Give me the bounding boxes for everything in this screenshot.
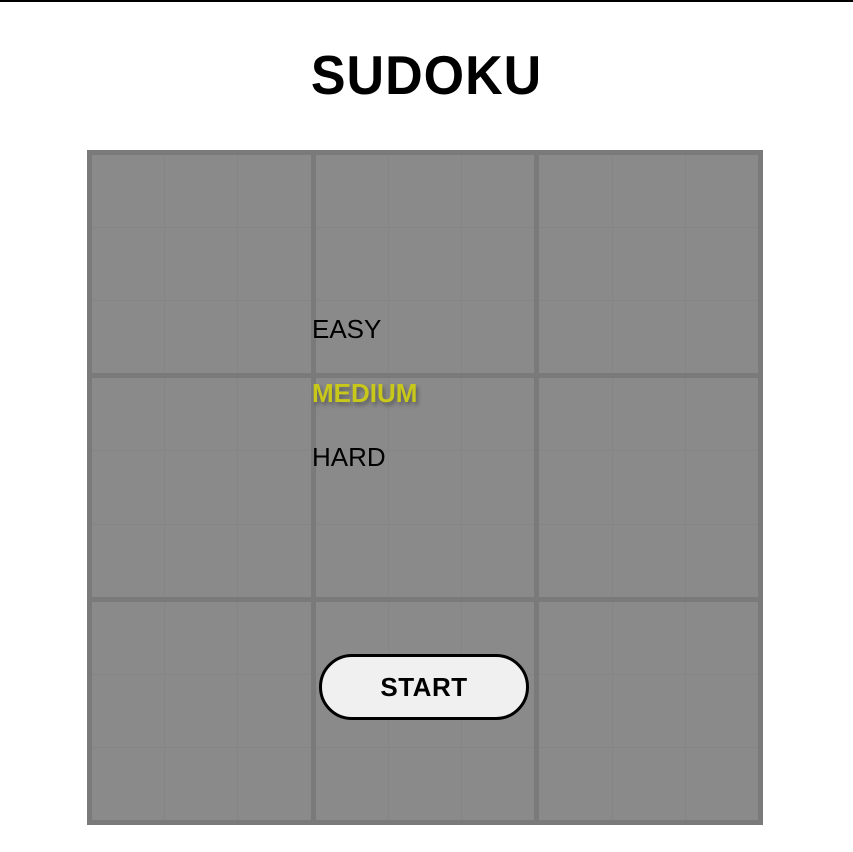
board-cell[interactable]	[462, 378, 535, 451]
board-cell[interactable]	[92, 301, 165, 374]
board-cell[interactable]	[685, 601, 758, 674]
board-cell[interactable]	[238, 601, 311, 674]
board-cell[interactable]	[612, 524, 685, 597]
board-cell[interactable]	[92, 674, 165, 747]
board-box	[92, 378, 311, 597]
sudoku-board	[87, 150, 763, 825]
board-cell[interactable]	[539, 601, 612, 674]
board-cell[interactable]	[92, 155, 165, 228]
board-cell[interactable]	[315, 747, 388, 820]
board-cell[interactable]	[238, 301, 311, 374]
difficulty-option-medium[interactable]: MEDIUM	[312, 378, 417, 408]
board-cell[interactable]	[92, 601, 165, 674]
top-divider	[0, 0, 853, 2]
board-box	[92, 601, 311, 820]
board-cell[interactable]	[315, 155, 388, 228]
board-cell[interactable]	[685, 228, 758, 301]
board-cell[interactable]	[92, 228, 165, 301]
board-box	[539, 601, 758, 820]
board-cell[interactable]	[539, 228, 612, 301]
board-cell[interactable]	[315, 524, 388, 597]
board-cell[interactable]	[685, 155, 758, 228]
board-cell[interactable]	[612, 155, 685, 228]
board-box	[92, 155, 311, 374]
board-cell[interactable]	[165, 524, 238, 597]
board-cell[interactable]	[539, 301, 612, 374]
board-cell[interactable]	[612, 228, 685, 301]
board-cell[interactable]	[685, 524, 758, 597]
board-cell[interactable]	[685, 747, 758, 820]
board-cell[interactable]	[238, 378, 311, 451]
board-cell[interactable]	[238, 451, 311, 524]
board-cell[interactable]	[612, 674, 685, 747]
board-cell[interactable]	[388, 301, 462, 374]
board-cell[interactable]	[92, 378, 165, 451]
board-cell[interactable]	[462, 524, 535, 597]
board-box	[315, 378, 535, 597]
board-cell[interactable]	[238, 524, 311, 597]
board-cell[interactable]	[612, 601, 685, 674]
board-cell[interactable]	[388, 524, 462, 597]
board-cell[interactable]	[612, 301, 685, 374]
board-cell[interactable]	[238, 747, 311, 820]
board-cell[interactable]	[165, 228, 238, 301]
board-cell[interactable]	[238, 155, 311, 228]
board-cell[interactable]	[539, 674, 612, 747]
board-cell[interactable]	[388, 747, 462, 820]
board-cell[interactable]	[462, 228, 535, 301]
board-cell[interactable]	[165, 301, 238, 374]
board-cell[interactable]	[539, 378, 612, 451]
board-cell[interactable]	[165, 601, 238, 674]
board-cell[interactable]	[539, 524, 612, 597]
board-cell[interactable]	[539, 155, 612, 228]
board-box	[539, 378, 758, 597]
board-cell[interactable]	[685, 378, 758, 451]
board-cell[interactable]	[388, 155, 462, 228]
board-cell[interactable]	[388, 228, 462, 301]
board-cell[interactable]	[685, 674, 758, 747]
board-cell[interactable]	[612, 747, 685, 820]
board-cell[interactable]	[462, 451, 535, 524]
board-cell[interactable]	[539, 747, 612, 820]
start-button[interactable]: START	[319, 654, 529, 720]
board-box	[539, 155, 758, 374]
difficulty-option-easy[interactable]: EASY	[312, 314, 381, 344]
board-cell[interactable]	[165, 451, 238, 524]
board-cell[interactable]	[315, 228, 388, 301]
board-cell[interactable]	[238, 674, 311, 747]
board-cell[interactable]	[462, 301, 535, 374]
board-grid	[92, 155, 758, 820]
board-cell[interactable]	[685, 301, 758, 374]
board-cell[interactable]	[92, 747, 165, 820]
board-cell[interactable]	[92, 451, 165, 524]
board-cell[interactable]	[685, 451, 758, 524]
board-cell[interactable]	[612, 451, 685, 524]
board-cell[interactable]	[92, 524, 165, 597]
board-cell[interactable]	[238, 228, 311, 301]
board-cell[interactable]	[612, 378, 685, 451]
board-cell[interactable]	[462, 155, 535, 228]
board-cell[interactable]	[539, 451, 612, 524]
board-cell[interactable]	[165, 155, 238, 228]
board-cell[interactable]	[388, 451, 462, 524]
board-cell[interactable]	[165, 747, 238, 820]
board-cell[interactable]	[165, 378, 238, 451]
board-cell[interactable]	[462, 747, 535, 820]
difficulty-option-hard[interactable]: HARD	[312, 442, 386, 472]
page-title: SUDOKU	[310, 45, 543, 107]
board-cell[interactable]	[165, 674, 238, 747]
